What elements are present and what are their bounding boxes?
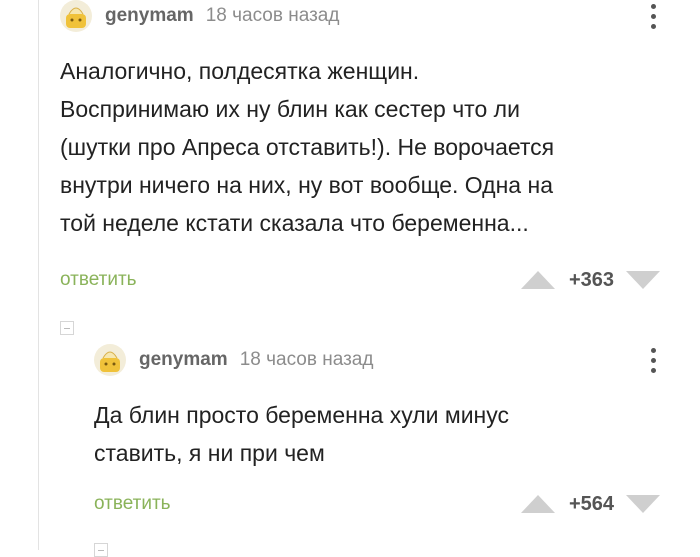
reply-button[interactable]: ответить [60, 269, 137, 291]
vote-controls: +564 [520, 492, 660, 516]
vote-controls: +363 [520, 268, 660, 292]
avatar[interactable] [94, 344, 126, 376]
avatar[interactable] [60, 0, 92, 32]
comment-text: Аналогично, полдесятка женщин. Восприним… [60, 58, 555, 236]
collapse-minus-icon[interactable] [60, 321, 74, 335]
rating: +363 [568, 268, 614, 291]
username[interactable]: genymam [105, 5, 194, 27]
reply-button[interactable]: ответить [94, 493, 171, 515]
comment: genymam 18 часов назад Аналогично, полде… [60, 0, 660, 300]
timestamp[interactable]: 18 часов назад [206, 5, 340, 27]
comment-actions: ответить +363 [60, 265, 660, 295]
username[interactable]: genymam [139, 349, 228, 371]
more-vertical-icon[interactable] [646, 344, 660, 376]
timestamp[interactable]: 18 часов назад [240, 349, 374, 371]
triangle-up-icon[interactable] [520, 271, 555, 289]
rating: +564 [568, 492, 614, 515]
triangle-up-icon[interactable] [520, 495, 555, 513]
triangle-down-icon[interactable] [626, 271, 660, 289]
more-vertical-icon[interactable] [646, 0, 660, 32]
comment-header: genymam 18 часов назад [94, 344, 660, 376]
comment-header: genymam 18 часов назад [60, 0, 660, 32]
triangle-down-icon[interactable] [626, 495, 660, 513]
comment-actions: ответить +564 [94, 489, 660, 519]
collapse-minus-icon[interactable] [94, 543, 108, 557]
thread-line [38, 0, 39, 550]
comment: genymam 18 часов назад Да блин просто бе… [94, 344, 660, 544]
comment-text: Да блин просто беременна хули минус став… [94, 402, 509, 466]
